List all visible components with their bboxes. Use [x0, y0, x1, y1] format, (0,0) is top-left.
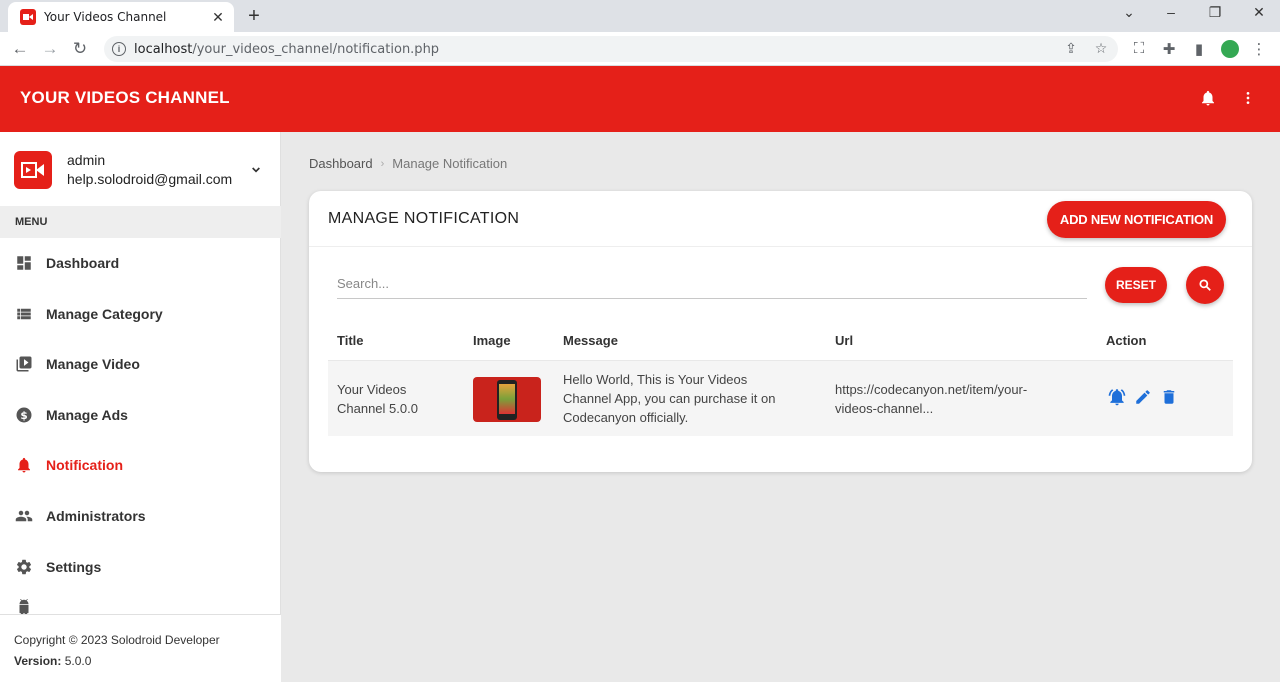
dashboard-icon	[14, 253, 34, 273]
sidebar-item-label: Administrators	[46, 508, 146, 524]
url-path: /your_videos_channel/notification.php	[192, 41, 440, 57]
sidebar-item-partial[interactable]	[0, 598, 281, 614]
search-button[interactable]	[1186, 266, 1224, 304]
close-window-icon[interactable]: ✕	[1249, 4, 1269, 21]
sidebar-item-notification[interactable]: Notification	[0, 445, 281, 485]
screenshot-icon[interactable]: ⛶	[1130, 40, 1148, 57]
side-panel-icon[interactable]: ▮	[1190, 40, 1208, 58]
phone-screen-graphic	[499, 384, 515, 414]
row-url: https://codecanyon.net/item/your- videos…	[835, 380, 1027, 418]
browser-menu-icon[interactable]: ⋮	[1250, 40, 1268, 58]
user-info: admin help.solodroid@gmail.com	[0, 132, 281, 206]
row-url-line: videos-channel...	[835, 401, 934, 416]
page-title: MANAGE NOTIFICATION	[328, 210, 520, 227]
sidebar-item-label: Settings	[46, 559, 102, 575]
chevron-right-icon: ›	[380, 157, 385, 170]
sidebar-item-administrators[interactable]: Administrators	[0, 496, 281, 536]
avatar	[14, 151, 52, 189]
sidebar-item-label: Manage Ads	[46, 407, 128, 423]
profile-avatar[interactable]	[1221, 40, 1239, 58]
row-message-line: Hello World, This is Your Videos	[563, 372, 748, 387]
sidebar-footer: Copyright © 2023 Solodroid Developer Ver…	[0, 614, 281, 682]
notification-card: MANAGE NOTIFICATION ADD NEW NOTIFICATION…	[309, 191, 1252, 472]
sidebar-item-manage-video[interactable]: Manage Video	[0, 344, 281, 384]
row-message: Hello World, This is Your Videos Channel…	[563, 370, 775, 427]
version-text: Version: 5.0.0	[14, 651, 267, 672]
row-title-line: Channel 5.0.0	[337, 401, 418, 416]
edit-icon[interactable]	[1133, 387, 1153, 407]
bookmark-star-icon[interactable]: ☆	[1092, 40, 1110, 57]
video-library-icon	[14, 354, 34, 374]
chevron-down-icon[interactable]	[248, 162, 264, 178]
sidebar-item-label: Notification	[46, 457, 123, 473]
notification-image	[473, 377, 541, 422]
tab-title: Your Videos Channel	[44, 10, 167, 24]
address-bar: ← → ↻ i localhost/your_videos_channel/no…	[0, 32, 1280, 66]
search-input[interactable]	[337, 269, 1087, 299]
people-icon	[14, 506, 34, 526]
url-host: localhost	[134, 41, 193, 57]
list-icon	[14, 304, 34, 324]
row-message-line: Channel App, you can purchase it on	[563, 391, 776, 406]
browser-tab[interactable]: Your Videos Channel ✕	[8, 2, 234, 32]
browser-tab-bar: Your Videos Channel ✕ + ⌄ – ❐ ✕	[0, 0, 1280, 32]
row-title: Your Videos Channel 5.0.0	[337, 380, 418, 418]
version-value: 5.0.0	[64, 654, 92, 668]
reload-icon[interactable]: ↻	[70, 39, 90, 59]
sidebar-item-dashboard[interactable]: Dashboard	[0, 243, 281, 283]
share-icon[interactable]: ⇪	[1062, 40, 1080, 57]
sidebar-item-settings[interactable]: Settings	[0, 547, 281, 587]
menu-header: MENU	[0, 206, 281, 238]
user-name: admin	[67, 152, 106, 168]
column-header-url: Url	[835, 333, 854, 348]
close-tab-icon[interactable]: ✕	[210, 9, 226, 26]
minimize-icon[interactable]: –	[1161, 4, 1181, 20]
table-row: Your Videos Channel 5.0.0 Hello World, T…	[328, 360, 1233, 436]
column-header-message: Message	[563, 333, 618, 348]
svg-text:$: $	[20, 410, 27, 422]
extensions-icon[interactable]: ✚	[1160, 40, 1178, 58]
sidebar-item-label: Manage Video	[46, 356, 140, 372]
reset-button[interactable]: RESET	[1105, 267, 1167, 303]
android-icon	[14, 598, 34, 614]
row-url-line: https://codecanyon.net/item/your-	[835, 382, 1028, 397]
dollar-icon: $	[14, 405, 34, 425]
copyright-text: Copyright © 2023 Solodroid Developer	[14, 633, 220, 647]
search-icon	[1199, 279, 1211, 291]
add-notification-button[interactable]: ADD NEW NOTIFICATION	[1047, 201, 1226, 238]
version-label: Version:	[14, 654, 62, 668]
breadcrumb-home[interactable]: Dashboard	[309, 156, 373, 171]
chevron-down-icon[interactable]: ⌄	[1119, 4, 1139, 21]
sidebar-item-label: Manage Category	[46, 306, 163, 322]
sidebar-item-manage-category[interactable]: Manage Category	[0, 294, 281, 334]
new-tab-icon[interactable]: +	[244, 5, 264, 28]
back-icon[interactable]: ←	[10, 39, 30, 59]
breadcrumb-current: Manage Notification	[392, 156, 508, 171]
forward-icon[interactable]: →	[40, 39, 60, 59]
column-header-image: Image	[473, 333, 511, 348]
breadcrumb: Dashboard › Manage Notification	[309, 156, 507, 171]
user-email: help.solodroid@gmail.com	[67, 171, 233, 187]
delete-icon[interactable]	[1159, 387, 1179, 407]
bell-icon	[14, 455, 34, 475]
send-notification-icon[interactable]	[1107, 387, 1127, 407]
row-message-line: Codecanyon officially.	[563, 410, 689, 425]
favicon-icon	[20, 9, 36, 25]
sidebar-item-label: Dashboard	[46, 255, 120, 271]
column-header-title: Title	[337, 333, 364, 348]
app-header: YOUR VIDEOS CHANNEL	[0, 66, 1280, 132]
column-header-action: Action	[1106, 333, 1147, 348]
brand-title[interactable]: YOUR VIDEOS CHANNEL	[20, 88, 230, 108]
bell-icon[interactable]	[1199, 88, 1217, 113]
divider	[309, 246, 1252, 247]
site-info-icon[interactable]: i	[112, 42, 126, 56]
more-vert-icon[interactable]	[1240, 88, 1256, 113]
gear-icon	[14, 557, 34, 577]
sidebar: admin help.solodroid@gmail.com MENU Dash…	[0, 132, 281, 682]
row-title-line: Your Videos	[337, 382, 407, 397]
sidebar-item-manage-ads[interactable]: $ Manage Ads	[0, 395, 281, 435]
url-text: localhost/your_videos_channel/notificati…	[134, 42, 439, 57]
url-field[interactable]: i localhost/your_videos_channel/notifica…	[104, 36, 1118, 62]
restore-icon[interactable]: ❐	[1205, 4, 1225, 21]
